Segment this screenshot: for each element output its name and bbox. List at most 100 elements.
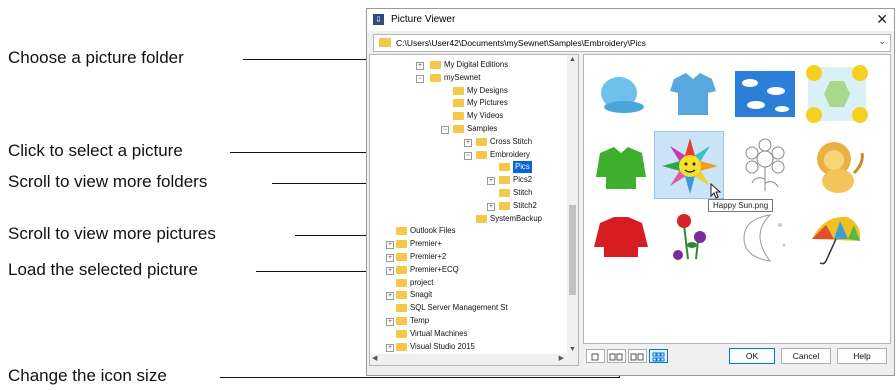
expand-icon[interactable]: + (386, 343, 394, 352)
tree-item-label: Premier+ (410, 239, 442, 249)
expand-icon[interactable]: + (386, 241, 394, 250)
tree-item-label: Pics2 (513, 175, 533, 185)
picture-lion[interactable] (804, 133, 870, 199)
folder-icon (453, 125, 464, 133)
tree-item[interactable]: My Pictures (370, 97, 566, 109)
picture-tooltip: Happy Sun.png (708, 199, 774, 212)
folder-icon (396, 291, 407, 300)
callout-choose-folder: Choose a picture folder (8, 48, 184, 67)
folder-icon (430, 61, 441, 69)
tree-item[interactable]: + Stitch2 (370, 200, 566, 212)
tree-item[interactable]: + Cross Stitch (370, 136, 566, 148)
tree-item[interactable]: project (370, 277, 566, 289)
tree-item[interactable]: Virtual Machines (370, 328, 566, 340)
folder-icon (396, 304, 407, 313)
chevron-down-icon[interactable]: ⌄ (878, 36, 886, 47)
collapse-icon[interactable]: − (416, 74, 424, 83)
picture-cap[interactable] (588, 61, 654, 127)
folder-icon (379, 38, 391, 47)
folder-icon (453, 86, 464, 95)
picture-green-jacket[interactable] (588, 133, 654, 199)
expand-icon[interactable]: + (386, 266, 394, 275)
icon-size-small-button[interactable] (586, 349, 605, 363)
tree-item[interactable]: Outlook Files (370, 225, 566, 237)
picture-moon[interactable] (732, 205, 798, 271)
folder-tree[interactable]: +project.zip+Visual Studio 2015Virtual M… (369, 54, 579, 366)
tree-item-label: Samples (467, 124, 498, 133)
tree-item-label: Stitch (513, 188, 533, 197)
folder-icon (396, 227, 407, 236)
folder-icon (476, 214, 487, 223)
callout-scroll-folders: Scroll to view more folders (8, 172, 208, 191)
tree-item[interactable]: + Premier+2 (370, 251, 566, 263)
tree-item[interactable]: Stitch (370, 187, 566, 199)
tree-item[interactable]: My Designs (370, 85, 566, 97)
tree-item-label: Premier+2 (410, 252, 447, 261)
tree-item-label: mySewnet (444, 72, 481, 82)
collapse-icon[interactable]: − (464, 151, 472, 160)
folder-path-dropdown[interactable]: C:\Users\User42\Documents\mySewnet\Sampl… (373, 34, 891, 52)
ok-button[interactable]: OK (729, 348, 775, 364)
picture-sun-corners[interactable] (804, 61, 870, 127)
expand-icon[interactable]: + (416, 62, 424, 70)
icon-size-medium-button[interactable] (607, 349, 626, 363)
folder-path: C:\Users\User42\Documents\mySewnet\Sampl… (396, 38, 646, 48)
picture-red-sweater[interactable] (588, 205, 654, 271)
tree-item[interactable]: + Visual Studio 2015 (370, 341, 566, 353)
folder-icon (396, 342, 407, 351)
cancel-button[interactable]: Cancel (781, 348, 831, 364)
tree-item[interactable]: My Videos (370, 110, 566, 122)
expand-icon[interactable]: + (386, 254, 394, 262)
folder-icon (453, 99, 464, 108)
expand-icon[interactable]: + (487, 202, 495, 211)
tree-item[interactable]: − Samples (370, 123, 566, 135)
picture-flower-outline[interactable] (732, 133, 798, 199)
collapse-icon[interactable]: − (441, 126, 449, 134)
folder-icon (396, 317, 407, 325)
tree-item[interactable]: + My Digital Editions (370, 59, 566, 71)
tree-item[interactable]: + Temp (370, 315, 566, 327)
folder-icon (499, 189, 510, 197)
tree-item[interactable]: + Premier+ (370, 238, 566, 250)
tree-scroll-thumb[interactable] (569, 205, 576, 295)
folder-icon (396, 253, 407, 261)
help-button[interactable]: Help (837, 348, 887, 364)
tree-item[interactable]: + Snagit (370, 289, 566, 301)
expand-icon[interactable]: + (487, 177, 495, 186)
tree-item-label: Virtual Machines (410, 328, 468, 338)
tree-item[interactable]: + Premier+ECQ (370, 264, 566, 276)
expand-icon[interactable]: + (386, 318, 394, 326)
folder-icon (430, 73, 441, 82)
picture-umbrella[interactable] (804, 205, 870, 271)
tree-item-label: SystemBackup (490, 213, 543, 223)
icon-size-extra-large-button[interactable] (649, 349, 668, 363)
tree-item-label: Temp (410, 316, 430, 325)
tree-item[interactable]: SystemBackup (370, 213, 566, 225)
icon-size-large-button[interactable] (628, 349, 647, 363)
tree-item[interactable]: − Embroidery (370, 149, 566, 161)
scroll-right-icon[interactable]: ▶ (559, 354, 564, 362)
picture-sky-clouds[interactable] (732, 61, 798, 127)
scroll-down-icon[interactable]: ▼ (567, 346, 578, 353)
picture-gallery[interactable]: Happy Sun.png (583, 54, 891, 344)
picture-roses[interactable] (660, 205, 726, 271)
expand-icon[interactable]: + (464, 138, 472, 147)
picture-polo-shirt[interactable] (660, 61, 726, 127)
folder-icon (499, 163, 510, 172)
folder-icon (476, 137, 487, 146)
scroll-up-icon[interactable]: ▲ (567, 56, 578, 63)
tree-item[interactable]: SQL Server Management St (370, 302, 566, 314)
expand-icon[interactable]: + (386, 292, 394, 301)
tree-item-label: My Digital Editions (444, 60, 509, 69)
tree-item[interactable]: − mySewnet (370, 72, 566, 84)
tree-item-label: Stitch2 (513, 200, 537, 210)
tree-item[interactable]: + Pics2 (370, 174, 566, 186)
tree-item-label: Premier+ECQ (410, 264, 459, 274)
close-icon[interactable]: ✕ (876, 11, 888, 28)
tree-vertical-scrollbar[interactable]: ▲ ▼ (567, 55, 578, 354)
callout-load-selected: Load the selected picture (8, 260, 198, 279)
tree-item-label: project (410, 277, 434, 287)
tree-horizontal-scrollbar[interactable]: ◀ ▶ (370, 354, 578, 365)
scroll-left-icon[interactable]: ◀ (372, 354, 377, 362)
tree-item[interactable]: Pics (370, 161, 566, 174)
